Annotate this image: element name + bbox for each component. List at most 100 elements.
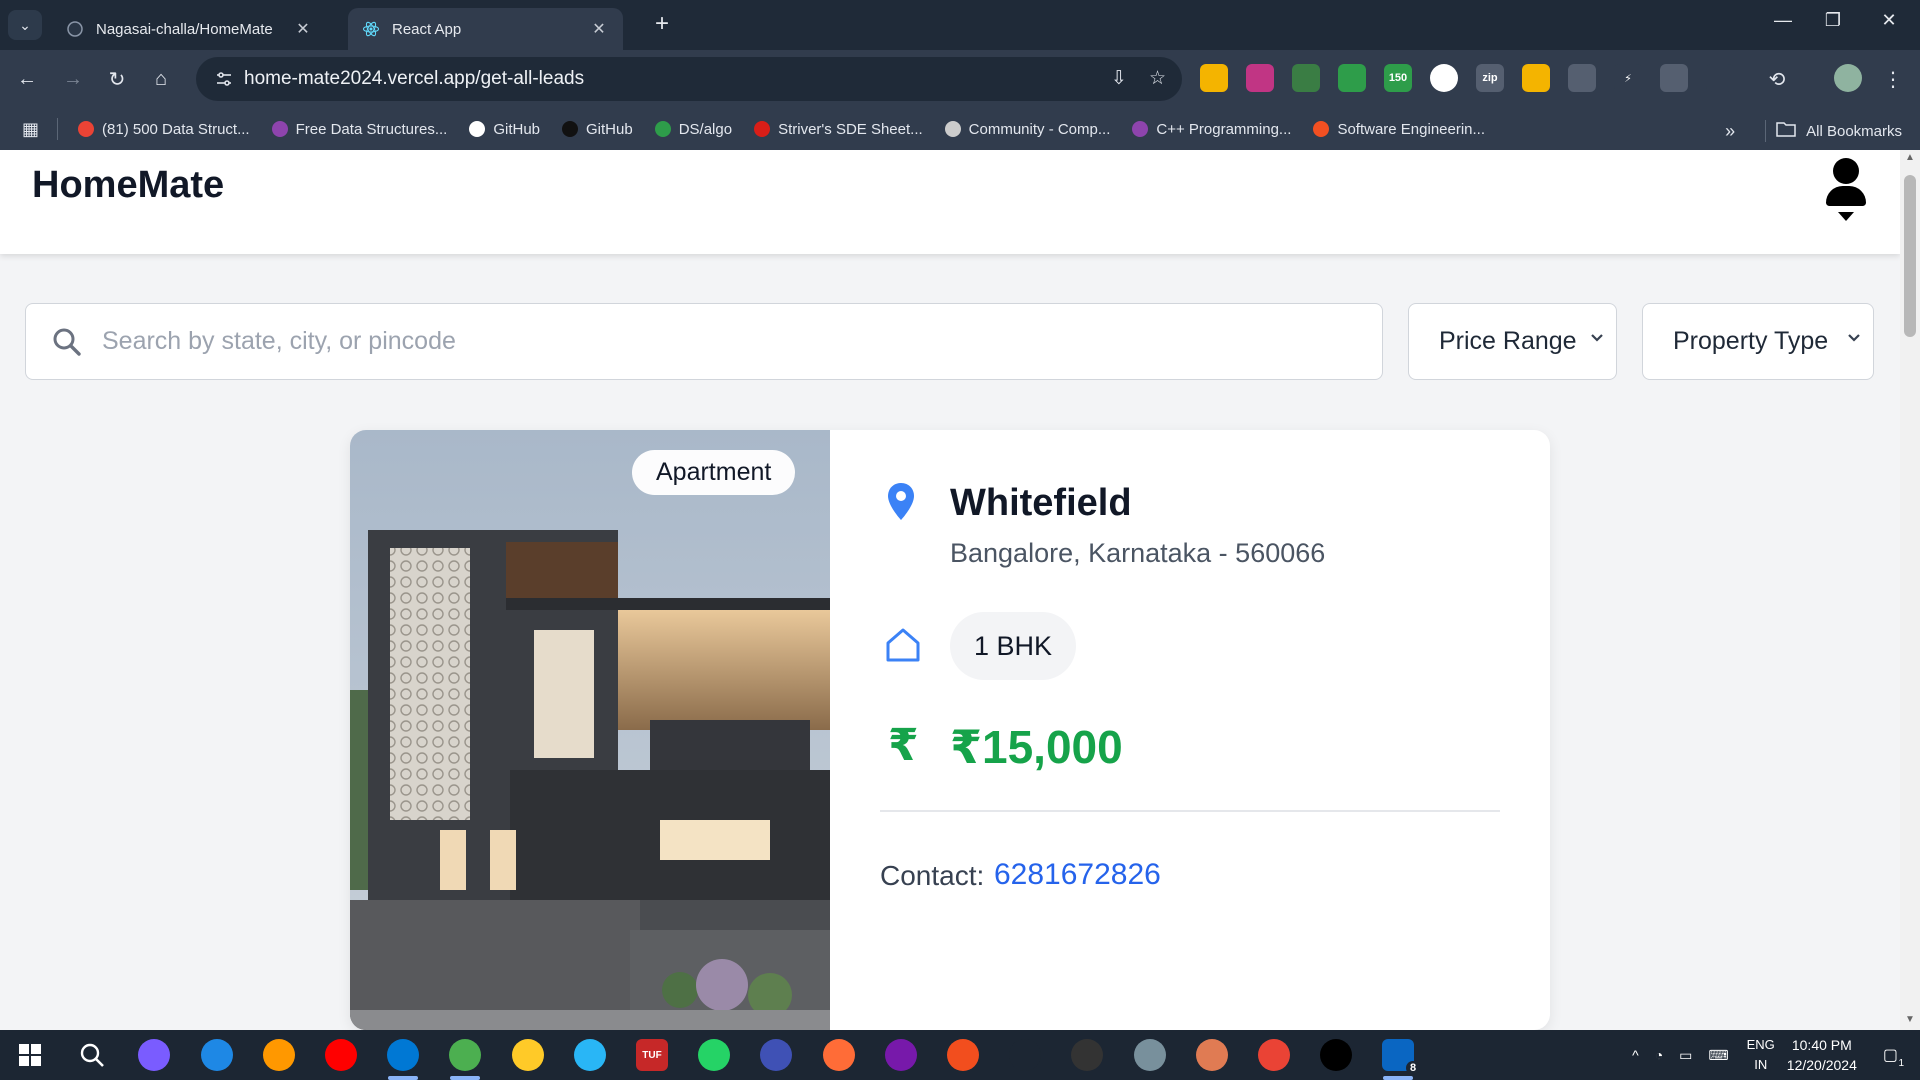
keyboard-icon[interactable]: ⌨: [1708, 1047, 1728, 1064]
extension-white-circle-icon[interactable]: [1430, 64, 1458, 92]
close-window-icon[interactable]: ✕: [1866, 10, 1912, 31]
extension-bolt-icon[interactable]: ⚡: [1614, 64, 1642, 92]
system-tray: ^ ◔ ▭ ⌨ ENG IN 10:40 PM 12/20/2024 ▢ 1: [1632, 1030, 1920, 1080]
property-type-select[interactable]: Property Type: [1642, 303, 1874, 380]
close-tab-icon[interactable]: ✕: [589, 19, 609, 39]
remote-icon[interactable]: [1134, 1039, 1166, 1071]
bookmark-item[interactable]: Community - Comp...: [944, 120, 1111, 138]
postman-icon[interactable]: [823, 1039, 855, 1071]
bookmark-item[interactable]: Free Data Structures...: [271, 121, 447, 138]
property-card[interactable]: Apartment Whitefield Bangalore, Karnatak…: [350, 430, 1550, 1030]
bookmark-favicon-icon: [654, 121, 671, 137]
reload-icon[interactable]: ↻: [102, 64, 132, 94]
bookmark-item[interactable]: GitHub: [562, 121, 633, 138]
scrollbar-thumb[interactable]: [1904, 175, 1916, 337]
tray-chevron-up-icon[interactable]: ^: [1632, 1047, 1639, 1063]
restore-icon[interactable]: ❐: [1810, 10, 1856, 31]
search-icon[interactable]: [76, 1039, 108, 1071]
bookmark-item[interactable]: C++ Programming...: [1132, 121, 1291, 138]
chrome-icon[interactable]: [449, 1039, 481, 1071]
region-code: IN: [1754, 1057, 1768, 1072]
bookmark-label: Software Engineerin...: [1337, 120, 1486, 138]
linkedin-icon[interactable]: 8: [1382, 1039, 1420, 1075]
scroll-up-arrow-icon[interactable]: ▲: [1904, 152, 1916, 163]
bookmark-item[interactable]: Software Engineerin...: [1313, 121, 1485, 138]
file-explorer-icon[interactable]: [512, 1039, 544, 1071]
clock[interactable]: 10:40 PM 12/20/2024: [1787, 1035, 1857, 1075]
extension-yellow-icon[interactable]: [1200, 64, 1228, 92]
apps-grid-icon[interactable]: ▦: [22, 119, 39, 140]
home-icon[interactable]: ⌂: [146, 64, 176, 94]
gmail-icon[interactable]: [1258, 1039, 1290, 1071]
url-text: home-mate2024.vercel.app/get-all-leads: [244, 68, 585, 89]
battery-icon[interactable]: ▭: [1679, 1047, 1692, 1064]
windows-start-icon[interactable]: [14, 1039, 46, 1071]
bookmarks-divider: [57, 118, 59, 140]
extension-green-eye-icon[interactable]: [1338, 64, 1366, 92]
bookmark-item[interactable]: DS/algo: [654, 120, 733, 138]
extension-instagram-icon[interactable]: [1246, 64, 1274, 92]
telegram-icon[interactable]: [574, 1039, 606, 1071]
wifi-icon[interactable]: ◔: [1655, 1047, 1663, 1063]
bookmark-label: DS/algo: [678, 120, 733, 138]
tab-search-button[interactable]: ⌄: [8, 10, 42, 40]
all-bookmarks-link[interactable]: All Bookmarks: [1806, 123, 1902, 140]
minimize-icon[interactable]: —: [1760, 10, 1806, 31]
extension-notes-icon[interactable]: [1522, 64, 1550, 92]
extension-leetcode-badge-icon[interactable]: 150: [1384, 64, 1412, 92]
search-bar[interactable]: [25, 303, 1383, 380]
language-indicator[interactable]: ENG IN: [1747, 1035, 1775, 1075]
bookmark-item[interactable]: GitHub: [469, 121, 540, 138]
profile-avatar-icon[interactable]: [1834, 64, 1862, 92]
caret-down-icon: [1838, 212, 1854, 221]
vscode-icon[interactable]: [387, 1039, 419, 1071]
claude-icon[interactable]: [1196, 1039, 1228, 1071]
tuf-label: TUF: [642, 1049, 662, 1061]
search-input[interactable]: [102, 327, 1302, 356]
history-icon[interactable]: ⟲: [1762, 64, 1792, 94]
close-tab-icon[interactable]: ✕: [293, 19, 313, 39]
new-tab-button[interactable]: +: [650, 10, 674, 38]
notification-icon[interactable]: ▢ 1: [1883, 1045, 1904, 1069]
youtube-icon[interactable]: [325, 1039, 357, 1071]
user-menu-button[interactable]: [1824, 158, 1868, 221]
bookmark-item[interactable]: Striver's SDE Sheet...: [754, 121, 923, 138]
extension-puzzle-icon[interactable]: [1706, 64, 1734, 92]
install-app-icon[interactable]: ⇩: [1111, 67, 1127, 90]
site-info-icon[interactable]: [204, 70, 244, 88]
phone-link-icon[interactable]: [760, 1039, 792, 1071]
address-bar[interactable]: home-mate2024.vercel.app/get-all-leads ⇩…: [196, 57, 1182, 101]
onenote-icon[interactable]: [885, 1039, 917, 1071]
brand-logo[interactable]: HomeMate: [32, 164, 224, 207]
tab-strip: ⌄ Nagasai-challa/HomeMate ✕ React App ✕ …: [0, 0, 1920, 50]
bookmark-item[interactable]: (81) 500 Data Struct...: [78, 121, 250, 138]
clock-time: 10:40 PM: [1791, 1037, 1852, 1053]
forward-icon[interactable]: →: [58, 64, 88, 94]
epic-icon[interactable]: [1071, 1039, 1103, 1071]
scroll-down-arrow-icon[interactable]: ▼: [1904, 1014, 1916, 1025]
extension-label: 150: [1388, 72, 1408, 84]
bookmark-label: Community - Comp...: [968, 120, 1111, 138]
bookmark-favicon-icon: [1132, 121, 1149, 137]
extension-zip-icon[interactable]: zip: [1476, 64, 1504, 92]
price-value: ₹15,000: [950, 721, 1123, 773]
extension-screenshot-icon[interactable]: [1292, 64, 1320, 92]
back-icon[interactable]: ←: [12, 64, 42, 94]
copilot-icon[interactable]: [138, 1039, 170, 1071]
edge-icon[interactable]: [201, 1039, 233, 1071]
price-range-select[interactable]: Price Range: [1408, 303, 1617, 380]
more-bookmarks-icon[interactable]: »: [1725, 121, 1735, 142]
figma-icon[interactable]: [947, 1039, 979, 1071]
bookmark-star-icon[interactable]: ☆: [1149, 67, 1166, 90]
tuf-icon[interactable]: TUF: [636, 1039, 668, 1071]
extension-target-icon[interactable]: [1568, 64, 1596, 92]
menu-kebab-icon[interactable]: ⋮: [1878, 64, 1908, 94]
sublime-icon[interactable]: [263, 1039, 295, 1071]
extension-camera-icon[interactable]: [1660, 64, 1688, 92]
tab-github[interactable]: Nagasai-challa/HomeMate ✕: [52, 8, 327, 50]
tab-react-app[interactable]: React App ✕: [348, 8, 623, 50]
contact-phone-link[interactable]: 6281672826: [994, 858, 1161, 892]
capcut-icon[interactable]: [1320, 1039, 1352, 1071]
whatsapp-icon[interactable]: [698, 1039, 730, 1071]
chatgpt-icon[interactable]: [1009, 1039, 1041, 1071]
